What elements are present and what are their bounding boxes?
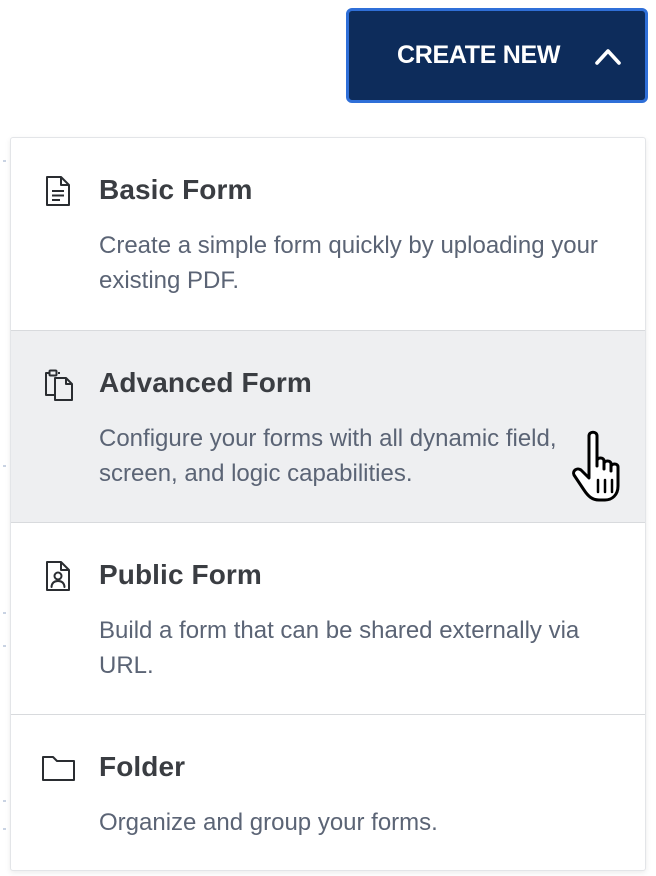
menu-item-advanced-form[interactable]: Advanced Form Configure your forms with …	[11, 330, 645, 522]
menu-item-public-form[interactable]: Public Form Build a form that can be sha…	[11, 522, 645, 714]
background-mark	[3, 612, 6, 614]
menu-item-folder[interactable]: Folder Organize and group your forms.	[11, 714, 645, 870]
create-new-label: CREATE NEW	[397, 41, 561, 69]
create-new-button[interactable]: CREATE NEW	[346, 8, 648, 103]
menu-item-description: Create a simple form quickly by uploadin…	[99, 232, 598, 294]
clipboard-copy-icon	[45, 369, 73, 401]
menu-item-description: Configure your forms with all dynamic fi…	[99, 425, 557, 487]
menu-item-description: Build a form that can be shared external…	[99, 617, 580, 679]
menu-item-title: Advanced Form	[99, 367, 312, 398]
create-new-dropdown-menu: Basic Form Create a simple form quickly …	[10, 137, 646, 871]
background-mark	[3, 828, 6, 830]
menu-item-title: Basic Form	[99, 174, 253, 205]
background-mark	[3, 465, 6, 467]
background-mark	[3, 800, 6, 802]
background-mark	[3, 160, 6, 162]
menu-item-title: Public Form	[99, 559, 262, 590]
folder-icon	[42, 756, 75, 781]
chevron-up-icon	[595, 49, 621, 65]
menu-item-title: Folder	[99, 751, 186, 782]
document-person-icon	[46, 561, 70, 591]
background-mark	[3, 645, 6, 647]
menu-item-description: Organize and group your forms.	[99, 809, 438, 836]
menu-item-basic-form[interactable]: Basic Form Create a simple form quickly …	[11, 138, 645, 330]
document-icon	[46, 176, 70, 206]
